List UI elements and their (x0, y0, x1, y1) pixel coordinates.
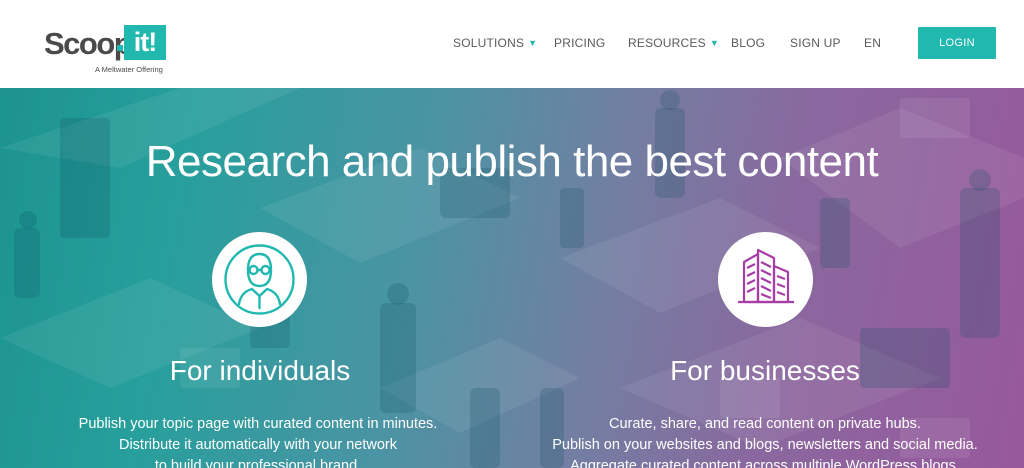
nav-blog-label: BLOG (731, 36, 766, 50)
businesses-line: Publish on your websites and blogs, news… (552, 437, 978, 453)
individuals-line: Publish your topic page with curated con… (78, 416, 438, 432)
nav-language-label: EN (864, 36, 882, 50)
logo-dot (117, 45, 123, 51)
individuals-line: to build your professional brand. (154, 458, 362, 468)
logo-tagline: A Meltwater Offering (95, 65, 163, 74)
businesses-line: Curate, share, and read content on priva… (609, 416, 921, 432)
businesses-heading: For businesses (670, 355, 860, 386)
nav-resources[interactable]: RESOURCES ▼ (628, 36, 719, 50)
login-button[interactable]: LOGIN (918, 27, 996, 59)
site-header: Scoop it! A Meltwater Offering SOLUTIONS… (0, 0, 1024, 88)
caret-down-icon: ▼ (528, 38, 538, 48)
nav-solutions-label: SOLUTIONS (453, 36, 525, 50)
nav-blog[interactable]: BLOG (731, 36, 765, 50)
nav-language[interactable]: EN (864, 36, 881, 50)
nav-resources-label: RESOURCES (628, 36, 706, 50)
nav-signup-label: SIGN UP (790, 36, 841, 50)
logo-it-badge: it! (124, 25, 166, 60)
individuals-heading: For individuals (169, 355, 351, 386)
person-icon (224, 244, 295, 315)
scoopit-logo[interactable]: Scoop it! A Meltwater Offering (44, 24, 174, 76)
nav-pricing[interactable]: PRICING (554, 36, 605, 50)
businesses-description: Curate, share, and read content on priva… (530, 414, 1000, 468)
logo-wordmark: Scoop (44, 26, 133, 61)
nav-signup[interactable]: SIGN UP (790, 36, 841, 50)
caret-down-icon: ▼ (709, 38, 719, 48)
nav-solutions[interactable]: SOLUTIONS ▼ (453, 36, 537, 50)
individuals-line: Distribute it automatically with your ne… (118, 437, 398, 453)
individuals-icon-circle (212, 232, 307, 327)
individuals-description: Publish your topic page with curated con… (48, 414, 468, 468)
hero-headline: Research and publish the best content (145, 137, 879, 186)
hero-section: Research and publish the best content Fo… (0, 88, 1024, 468)
building-icon (738, 248, 794, 304)
businesses-icon-circle (718, 232, 813, 327)
businesses-line: Aggregate curated content across multipl… (570, 458, 960, 468)
nav-pricing-label: PRICING (554, 36, 606, 50)
